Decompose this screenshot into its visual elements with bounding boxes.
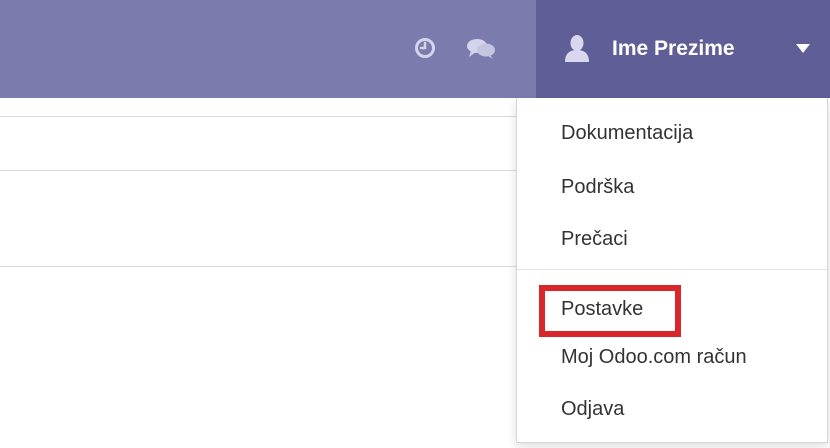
content-divider bbox=[0, 170, 516, 171]
user-dropdown-menu: Dokumentacija Podrška Prečaci Postavke M… bbox=[516, 98, 828, 443]
content-divider bbox=[0, 116, 516, 117]
user-name[interactable]: Ime Prezime bbox=[612, 37, 735, 61]
menu-divider bbox=[517, 269, 827, 270]
clock-icon[interactable] bbox=[414, 36, 436, 60]
menu-item-logout[interactable]: Odjava bbox=[561, 396, 624, 422]
highlight-box bbox=[539, 285, 681, 337]
menu-item-odoo-account[interactable]: Moj Odoo.com račun bbox=[561, 344, 747, 370]
user-silhouette-icon bbox=[565, 35, 589, 62]
menu-item-shortcuts[interactable]: Prečaci bbox=[561, 226, 628, 252]
caret-down-icon[interactable] bbox=[796, 44, 810, 53]
menu-item-support[interactable]: Podrška bbox=[561, 174, 634, 200]
menu-item-documentation[interactable]: Dokumentacija bbox=[561, 120, 693, 146]
top-navbar: Ime Prezime bbox=[0, 0, 830, 98]
content-divider bbox=[0, 266, 516, 267]
chat-icon[interactable] bbox=[466, 36, 496, 60]
